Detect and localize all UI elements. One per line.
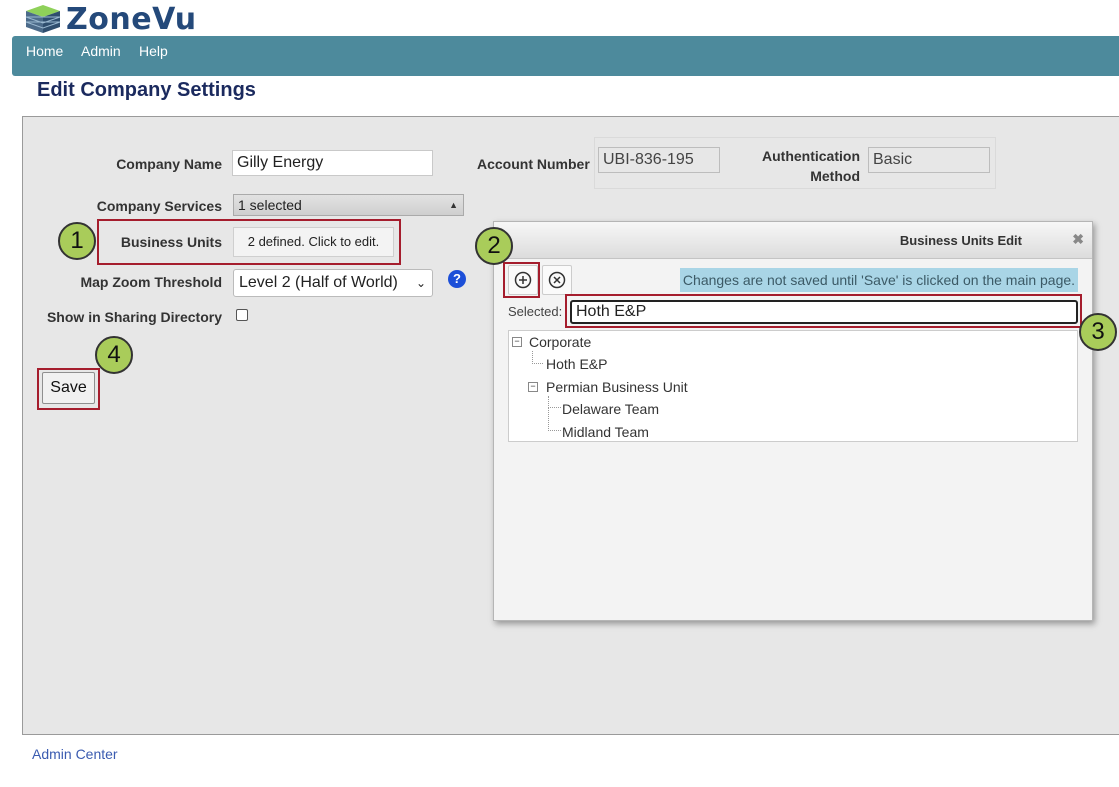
collapse-icon[interactable]: − bbox=[512, 337, 522, 347]
company-name-label: Company Name bbox=[116, 156, 222, 172]
highlight-save-button bbox=[37, 368, 100, 410]
unsaved-changes-notice: Changes are not saved until 'Save' is cl… bbox=[680, 268, 1078, 292]
auth-method-label-line2: Method bbox=[810, 168, 860, 184]
logo-text-vu: Vu bbox=[152, 1, 197, 37]
tree-node-permian[interactable]: Permian Business Unit bbox=[546, 379, 688, 395]
business-units-tree: − Corporate Hoth E&P − Permian Business … bbox=[508, 330, 1078, 442]
account-number-field: UBI-836-195 bbox=[598, 147, 720, 173]
tree-node-corporate[interactable]: Corporate bbox=[529, 334, 591, 350]
close-icon[interactable]: ✖ bbox=[1072, 231, 1084, 248]
callout-4: 4 bbox=[95, 336, 133, 374]
highlight-selected-input bbox=[565, 294, 1082, 328]
logo-text: ZoneVu bbox=[66, 2, 197, 37]
tree-connector bbox=[532, 351, 543, 364]
remove-unit-button[interactable] bbox=[542, 265, 572, 295]
company-services-value: 1 selected bbox=[238, 197, 302, 213]
dialog-title: Business Units Edit bbox=[899, 233, 1022, 248]
x-circle-icon bbox=[548, 271, 566, 289]
business-units-dialog: Business Units Edit ✖ Changes are not sa… bbox=[493, 221, 1093, 621]
highlight-add-button bbox=[503, 262, 540, 298]
updown-arrow-icon: ▲ bbox=[449, 200, 458, 210]
callout-2: 2 bbox=[475, 227, 513, 265]
sharing-directory-checkbox[interactable] bbox=[236, 309, 248, 321]
tree-node-delaware[interactable]: Delaware Team bbox=[562, 401, 659, 417]
help-icon[interactable]: ? bbox=[448, 270, 466, 288]
map-zoom-label: Map Zoom Threshold bbox=[80, 274, 222, 290]
nav-help[interactable]: Help bbox=[139, 43, 168, 59]
sharing-directory-label: Show in Sharing Directory bbox=[46, 309, 222, 325]
highlight-business-units bbox=[97, 219, 401, 265]
map-zoom-select[interactable]: Level 2 (Half of World) ⌄ bbox=[233, 269, 433, 297]
nav-admin[interactable]: Admin bbox=[81, 43, 121, 59]
logo-text-zone: Zone bbox=[66, 1, 153, 37]
callout-3: 3 bbox=[1079, 313, 1117, 351]
tree-node-midland[interactable]: Midland Team bbox=[562, 424, 649, 440]
nav-home[interactable]: Home bbox=[26, 43, 63, 59]
tree-node-hoth[interactable]: Hoth E&P bbox=[546, 356, 607, 372]
admin-center-link[interactable]: Admin Center bbox=[32, 746, 118, 762]
logo-icon bbox=[25, 5, 61, 33]
page-title: Edit Company Settings bbox=[37, 79, 256, 101]
zonevu-logo[interactable]: ZoneVu bbox=[24, 2, 197, 37]
top-navbar: Home Admin Help bbox=[12, 36, 1119, 76]
company-services-label: Company Services bbox=[96, 198, 222, 214]
auth-method-label-line1: Authentication bbox=[762, 148, 860, 164]
dialog-title-bar[interactable]: Business Units Edit ✖ bbox=[494, 222, 1092, 259]
map-zoom-value: Level 2 (Half of World) bbox=[239, 274, 398, 291]
auth-method-label: Authentication Method bbox=[762, 146, 860, 186]
company-name-field[interactable]: Gilly Energy bbox=[232, 150, 433, 176]
selected-label: Selected: bbox=[508, 304, 563, 319]
auth-method-field: Basic bbox=[868, 147, 990, 173]
account-number-label: Account Number bbox=[477, 156, 590, 172]
collapse-icon[interactable]: − bbox=[528, 382, 538, 392]
callout-1: 1 bbox=[58, 222, 96, 260]
company-services-select[interactable]: 1 selected ▲ bbox=[233, 194, 464, 216]
tree-connector bbox=[548, 407, 561, 431]
chevron-down-icon: ⌄ bbox=[415, 276, 426, 290]
